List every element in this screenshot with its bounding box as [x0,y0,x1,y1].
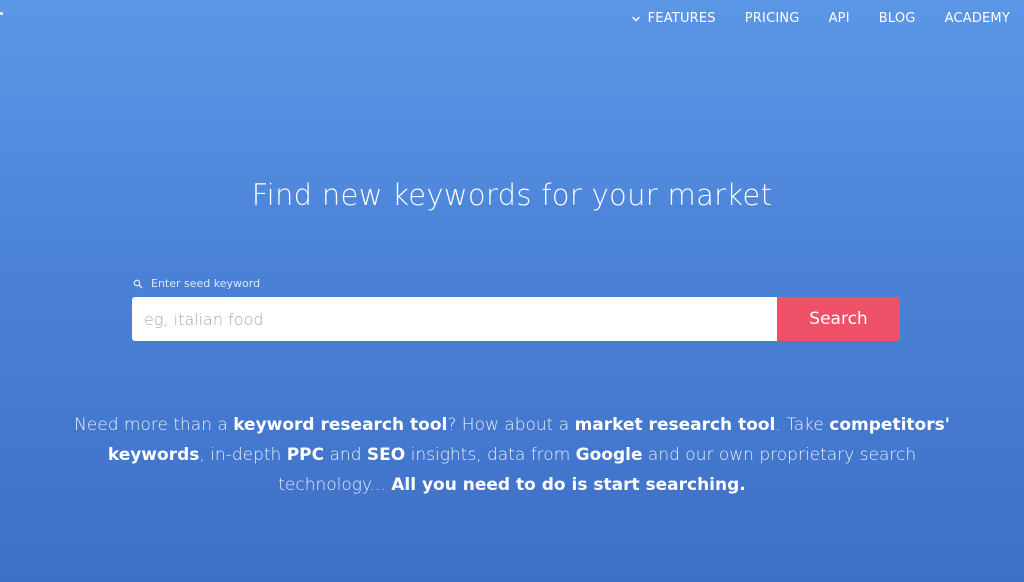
description-highlight: All you need to do is start searching. [391,475,746,495]
description-highlight: Google [575,445,643,465]
description-text-segment: , in-depth [199,445,287,465]
page-title: Find new keywords for your market [251,178,773,212]
description-highlight: market research tool [574,415,776,435]
nav-item-label: API [828,11,850,26]
description-text-segment: ? How about a [447,415,575,435]
description-highlight: SEO [366,445,406,465]
nav-item-blog[interactable]: BLOG [879,11,916,26]
description-highlight: PPC [286,445,325,465]
description-text-segment: and [324,445,367,465]
logo-mark [0,12,3,15]
nav-item-label: FEATURES [647,11,716,26]
search-button[interactable]: Search [777,297,900,341]
nav-item-features[interactable]: FEATURES [631,11,716,26]
top-navigation: FEATURES PRICING API BLOG ACADEMY [631,11,1010,26]
nav-item-pricing[interactable]: PRICING [745,11,800,26]
nav-item-api[interactable]: API [829,11,850,26]
search-icon [133,279,143,288]
nav-item-academy[interactable]: ACADEMY [945,11,1010,26]
search-label: Enter seed keyword [133,277,260,290]
nav-item-label: ACADEMY [944,11,1010,26]
description-text-segment: . Take [775,415,830,435]
chevron-down-icon [631,16,640,21]
description-text: Need more than a keyword research tool? … [60,410,964,500]
nav-item-label: PRICING [744,11,800,26]
search-input[interactable] [132,297,777,341]
description-text-segment: insights, data from [405,445,576,465]
search-form: Search [132,297,900,341]
search-label-text: Enter seed keyword [151,277,261,290]
description-text-segment: Need more than a [74,415,234,435]
nav-item-label: BLOG [878,11,916,26]
description-highlight: keyword research tool [233,415,448,435]
